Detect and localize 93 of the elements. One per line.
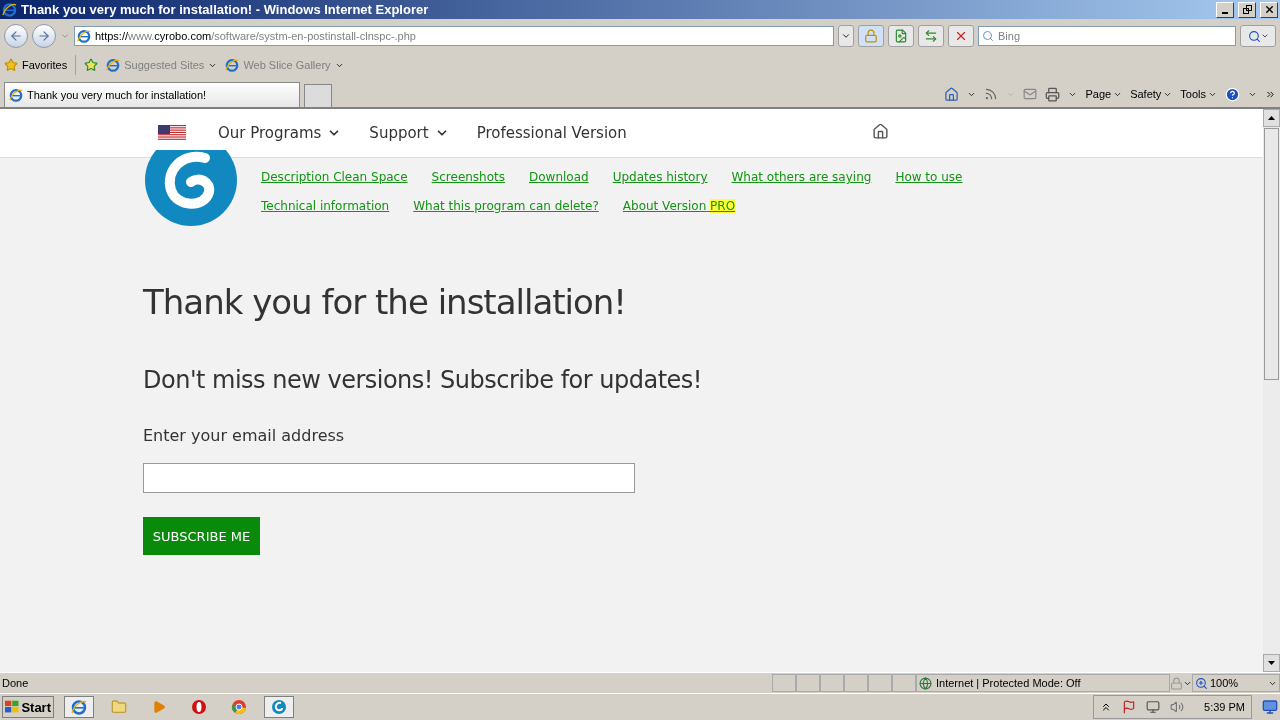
forward-arrow-icon (37, 29, 51, 43)
command-menu[interactable]: Page (1085, 88, 1123, 100)
feed-icon[interactable] (984, 87, 999, 101)
status-pane (844, 674, 868, 692)
product-link[interactable]: Screenshots (431, 170, 506, 184)
zone-text: Internet | Protected Mode: Off (936, 677, 1081, 689)
printer-icon[interactable] (1045, 86, 1061, 102)
command-menu[interactable]: Tools (1180, 88, 1217, 100)
play-icon (152, 700, 166, 714)
refresh-button[interactable] (918, 25, 944, 47)
product-link[interactable]: How to use (895, 170, 963, 184)
swirl-logo-icon (271, 699, 287, 715)
product-link[interactable]: Download (529, 170, 589, 184)
email-label: Enter your email address (143, 426, 346, 445)
windows-logo-icon (5, 700, 20, 714)
favorites-link[interactable]: Web Slice Gallery (225, 58, 344, 72)
status-pane (796, 674, 820, 692)
folder-icon (111, 699, 127, 715)
address-field[interactable]: https://www.cyrobo.com/software/systm-en-postinstall-clnspc-.php (74, 26, 834, 46)
down-arrow-icon (1268, 661, 1275, 665)
flag-icon[interactable] (158, 125, 186, 141)
star-icon (4, 58, 18, 72)
product-link[interactable]: What this program can delete? (413, 199, 599, 213)
search-icon (1247, 29, 1261, 43)
search-box[interactable]: Bing (978, 26, 1236, 46)
o-letter-icon (191, 699, 207, 715)
taskbar-browser-button[interactable] (64, 696, 94, 718)
product-link[interactable]: What others are saying (731, 170, 872, 184)
window-title: Thank you very much for installation! - Windows Internet Explorer (21, 2, 430, 17)
restore-icon (1242, 5, 1252, 14)
url-text: https://www.cyrobo.com/software/systm-en-postinstall-clnspc-.php (95, 30, 416, 42)
browser-icon (2, 2, 17, 17)
add-favorite-icon[interactable] (84, 58, 99, 72)
status-text: Done (1, 677, 30, 689)
lock-icon (864, 29, 878, 43)
back-button[interactable] (4, 24, 28, 48)
minimize-icon (1222, 11, 1228, 14)
browser-icon (106, 58, 121, 72)
close-icon (954, 29, 968, 43)
product-link[interactable]: Technical information (261, 199, 390, 213)
clock: 5:39 PM (1204, 701, 1245, 713)
favorites-link[interactable]: Suggested Sites (106, 58, 218, 72)
desktop-icon[interactable] (1262, 699, 1278, 715)
minimize-button[interactable] (1216, 1, 1234, 18)
new-tab-button[interactable] (304, 84, 332, 107)
status-pane (772, 674, 796, 692)
volume-icon[interactable] (1170, 700, 1185, 714)
subscribe-button[interactable]: SUBSCRIBE ME (143, 517, 260, 555)
home-icon[interactable] (871, 122, 889, 140)
browser-icon (225, 58, 240, 72)
zoom-button[interactable]: 100% (1192, 674, 1280, 692)
zoom-icon (1195, 676, 1208, 690)
close-icon (1263, 4, 1275, 15)
page-icon (894, 29, 908, 43)
browser-icon (71, 699, 87, 715)
product-link[interactable]: Updates history (612, 170, 708, 184)
mail-icon[interactable] (1023, 87, 1038, 101)
caret-icon (1260, 32, 1269, 40)
up-arrow-icon (1268, 116, 1275, 120)
status-pane (868, 674, 892, 692)
nav-menu-item[interactable]: Professional Version (476, 124, 627, 142)
back-arrow-icon (9, 29, 23, 43)
browser-icon (9, 88, 23, 102)
compatibility-button[interactable] (888, 25, 914, 47)
lock-button[interactable] (858, 25, 884, 47)
favorites-button[interactable]: Favorites (4, 58, 68, 72)
email-field[interactable] (143, 463, 635, 493)
command-menu[interactable]: Safety (1130, 88, 1173, 100)
nav-menu-item[interactable]: Support (369, 124, 449, 142)
browser-ball-icon (231, 699, 247, 715)
product-link[interactable]: Description Clean Space (261, 170, 408, 184)
close-button[interactable] (1260, 1, 1278, 18)
page-heading: Thank you for the installation! (143, 282, 627, 322)
home-icon[interactable] (944, 86, 960, 102)
arrows-icon (924, 29, 938, 43)
forward-button[interactable] (32, 24, 56, 48)
globe-icon (919, 676, 932, 690)
dropdown-button[interactable] (838, 25, 854, 47)
stop-button[interactable] (948, 25, 974, 47)
browser-tab[interactable]: Thank you very much for installation! (4, 82, 300, 107)
subscribe-heading: Don't miss new versions! Subscribe for updates! (143, 366, 703, 394)
status-pane (820, 674, 844, 692)
browser-icon (77, 29, 91, 43)
scrollbar[interactable] (1263, 109, 1280, 672)
search-button[interactable] (1240, 25, 1276, 47)
start-button[interactable]: Start (2, 696, 54, 718)
search-icon (982, 30, 994, 42)
taskbar-app-button[interactable] (264, 696, 294, 718)
product-link[interactable]: About Version PRO (622, 199, 736, 213)
caret-icon (841, 31, 851, 41)
nav-menu-item[interactable]: Our Programs (218, 124, 342, 142)
help-icon[interactable] (1225, 86, 1240, 102)
restore-button[interactable] (1238, 1, 1256, 18)
